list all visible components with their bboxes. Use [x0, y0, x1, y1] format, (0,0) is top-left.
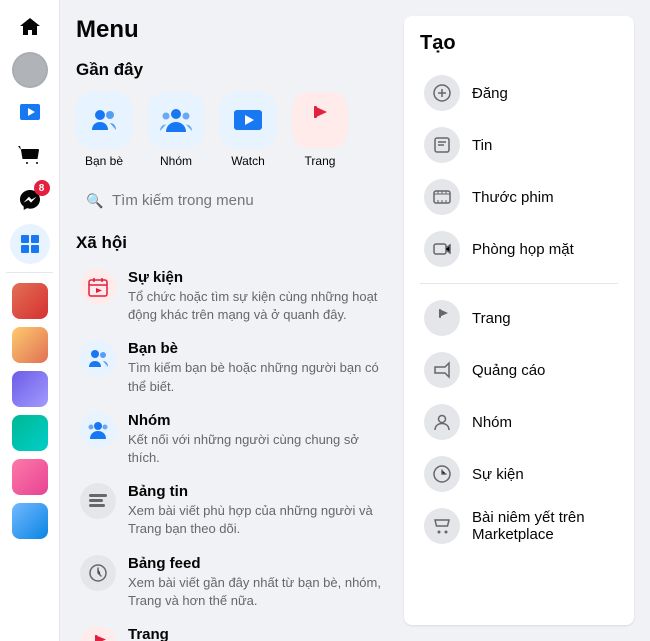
list-item-bang-feed[interactable]: Bảng feed Xem bài viết gần đây nhất từ b…: [76, 547, 388, 618]
dang-label: Đăng: [472, 85, 508, 102]
list-item-trang[interactable]: Trang Khám phá và kết nối với các doanh …: [76, 618, 388, 641]
pages-icon-wrap: [292, 92, 348, 148]
tao-nhom-icon: [424, 404, 460, 440]
tao-nhom[interactable]: Nhóm: [420, 396, 618, 448]
sidebar-thumb-3[interactable]: [12, 371, 48, 407]
left-panel: Menu Gần đây Bạn bè Nhóm: [60, 0, 404, 641]
tao-divider: [420, 283, 618, 284]
search-input[interactable]: [76, 184, 388, 217]
su-kien-icon: [80, 269, 116, 305]
tao-su-kien-label: Sự kiện: [472, 466, 524, 483]
trang-name: Trang: [128, 626, 384, 641]
quang-cao-label: Quảng cáo: [472, 362, 545, 379]
friends-icon-wrap: [76, 92, 132, 148]
trang-text: Trang Khám phá và kết nối với các doanh …: [128, 626, 384, 641]
tao-su-kien-icon: [424, 456, 460, 492]
bang-feed-desc: Xem bài viết gần đây nhất từ bạn bè, nhó…: [128, 574, 384, 610]
ban-be-desc: Tìm kiếm bạn bè hoặc những người bạn có …: [128, 359, 384, 395]
tin-icon: [424, 127, 460, 163]
sidebar-thumb-2[interactable]: [12, 327, 48, 363]
messenger-badge: 8: [34, 180, 50, 196]
recent-items: Bạn bè Nhóm Watch: [76, 92, 388, 168]
bang-feed-icon: [80, 555, 116, 591]
su-kien-text: Sự kiện Tổ chức hoặc tìm sự kiện cùng nh…: [128, 269, 384, 324]
recent-item-pages[interactable]: Trang: [292, 92, 348, 168]
ban-be-name: Bạn bè: [128, 340, 384, 357]
thuoc-phim-icon: [424, 179, 460, 215]
sidebar-thumb-6[interactable]: [12, 503, 48, 539]
list-item-su-kien[interactable]: Sự kiện Tổ chức hoặc tìm sự kiện cùng nh…: [76, 261, 388, 332]
tao-trang-icon: [424, 300, 460, 336]
bang-tin-text: Bảng tin Xem bài viết phù hợp của những …: [128, 483, 384, 538]
tao-trang[interactable]: Trang: [420, 292, 618, 344]
watch-label: Watch: [231, 154, 265, 168]
bang-feed-name: Bảng feed: [128, 555, 384, 572]
friends-label: Bạn bè: [85, 154, 123, 168]
list-item-bang-tin[interactable]: Bảng tin Xem bài viết phù hợp của những …: [76, 475, 388, 546]
list-item-ban-be[interactable]: Bạn bè Tìm kiếm bạn bè hoặc những người …: [76, 332, 388, 403]
ban-be-text: Bạn bè Tìm kiếm bạn bè hoặc những người …: [128, 340, 384, 395]
tao-nhom-label: Nhóm: [472, 414, 512, 431]
menu-container: Menu Gần đây Bạn bè Nhóm: [60, 0, 650, 641]
sidebar-avatar[interactable]: [12, 52, 48, 88]
nhom-icon: [80, 412, 116, 448]
bang-tin-desc: Xem bài viết phù hợp của những người và …: [128, 502, 384, 538]
dang-icon: [424, 75, 460, 111]
xa-hoi-title: Xã hội: [76, 233, 388, 253]
sidebar-thumb-4[interactable]: [12, 415, 48, 451]
sidebar-menu[interactable]: [10, 224, 50, 264]
marketplace-label: Bài niêm yết trên Marketplace: [472, 509, 614, 543]
sidebar-marketplace[interactable]: [10, 136, 50, 176]
tao-marketplace[interactable]: Bài niêm yết trên Marketplace: [420, 500, 618, 552]
tao-trang-label: Trang: [472, 310, 511, 327]
sidebar-watch[interactable]: [10, 92, 50, 132]
menu-title: Menu: [76, 16, 388, 44]
bang-tin-name: Bảng tin: [128, 483, 384, 500]
tao-tin[interactable]: Tin: [420, 119, 618, 171]
sidebar-messenger[interactable]: 8: [10, 180, 50, 220]
recent-item-friends[interactable]: Bạn bè: [76, 92, 132, 168]
nhom-text: Nhóm Kết nối với những người cùng chung …: [128, 412, 384, 467]
right-panel: Tạo Đăng Tin Thước phim: [404, 16, 634, 625]
tin-label: Tin: [472, 137, 492, 154]
tao-thuoc-phim[interactable]: Thước phim: [420, 171, 618, 223]
pages-label: Trang: [305, 154, 336, 168]
recent-item-groups[interactable]: Nhóm: [148, 92, 204, 168]
watch-icon-wrap: [220, 92, 276, 148]
trang-icon: [80, 626, 116, 641]
thuoc-phim-label: Thước phim: [472, 189, 554, 206]
groups-icon-wrap: [148, 92, 204, 148]
tao-phong-hop-mat[interactable]: Phòng họp mặt: [420, 223, 618, 275]
list-item-nhom[interactable]: Nhóm Kết nối với những người cùng chung …: [76, 404, 388, 475]
tao-quang-cao[interactable]: Quảng cáo: [420, 344, 618, 396]
ban-be-icon: [80, 340, 116, 376]
marketplace-icon: [424, 508, 460, 544]
nhom-desc: Kết nối với những người cùng chung sở th…: [128, 431, 384, 467]
bang-tin-icon: [80, 483, 116, 519]
phong-hop-mat-label: Phòng họp mặt: [472, 241, 574, 258]
groups-label: Nhóm: [160, 154, 192, 168]
search-icon: 🔍: [86, 192, 103, 209]
su-kien-name: Sự kiện: [128, 269, 384, 286]
main-content: Menu Gần đây Bạn bè Nhóm: [60, 0, 650, 641]
search-wrap: 🔍: [76, 184, 388, 217]
quang-cao-icon: [424, 352, 460, 388]
su-kien-desc: Tổ chức hoặc tìm sự kiện cùng những hoạt…: [128, 288, 384, 324]
nhom-name: Nhóm: [128, 412, 384, 429]
phong-hop-mat-icon: [424, 231, 460, 267]
bang-feed-text: Bảng feed Xem bài viết gần đây nhất từ b…: [128, 555, 384, 610]
sidebar-home[interactable]: [10, 8, 50, 48]
tao-title: Tạo: [420, 32, 618, 55]
tao-su-kien[interactable]: Sự kiện: [420, 448, 618, 500]
sidebar-thumb-1[interactable]: [12, 283, 48, 319]
sidebar-thumb-5[interactable]: [12, 459, 48, 495]
tao-dang[interactable]: Đăng: [420, 67, 618, 119]
sidebar: 8: [0, 0, 60, 641]
sidebar-divider: [6, 272, 53, 273]
recent-item-watch[interactable]: Watch: [220, 92, 276, 168]
recent-section-title: Gần đây: [76, 60, 388, 80]
